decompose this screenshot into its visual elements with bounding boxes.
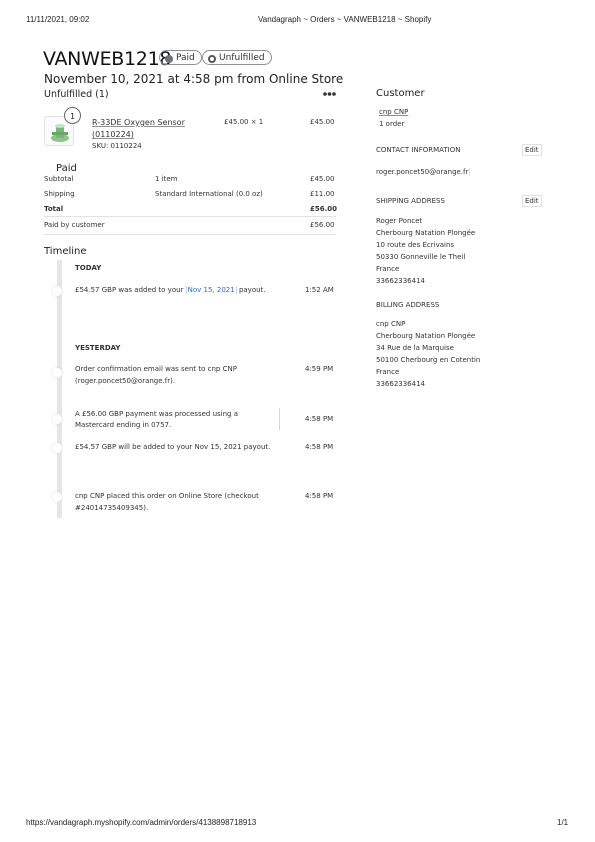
payout-pending-event-time: 4:58 PM: [305, 443, 334, 451]
billing-address-line: Cherbourg Natation Plongée: [376, 332, 476, 340]
payment-event-expand-marker: [279, 408, 280, 430]
payment-event-time: 4:58 PM: [305, 415, 334, 423]
product-unit-price: £45.00 × 1: [224, 118, 264, 126]
timeline-dot: [52, 492, 62, 502]
unfulfilled-ring-icon: [208, 54, 216, 63]
shipping-address-line: 33662336414: [376, 277, 425, 285]
billing-address-line: 34 Rue de la Marquise: [376, 344, 454, 352]
customer-email[interactable]: roger.poncet50@orange.fr: [376, 168, 471, 176]
billing-address-line: 33662336414: [376, 380, 425, 388]
confirmation-event-line2: (roger.poncet50@orange.fr).: [75, 377, 176, 385]
product-line-total: £45.00: [310, 118, 335, 126]
payout-event-text-before: £54.57 GBP was added to your: [75, 286, 184, 294]
shipping-label: Shipping: [44, 190, 75, 198]
shipping-address-line: 10 route des Ecrivains: [376, 241, 455, 249]
paid-badge: Paid: [159, 50, 202, 65]
placed-event-time: 4:58 PM: [305, 492, 334, 500]
total-amount: £56.00: [310, 205, 338, 213]
print-page-title: Vandagraph ~ Orders ~ VANWEB1218 ~ Shopi…: [258, 15, 432, 24]
shipping-address-line: France: [376, 265, 400, 273]
placed-event-line2: #24014735409345).: [75, 504, 149, 512]
billing-address-line: cnp CNP: [376, 320, 406, 328]
contact-info-heading: CONTACT INFORMATION: [376, 146, 461, 154]
paid-badge-label: Paid: [176, 53, 195, 63]
order-title: VANWEB1218: [43, 48, 172, 70]
subtotal-desc: 1 item: [155, 175, 178, 183]
unfulfilled-heading: Unfulfilled (1): [44, 89, 109, 100]
edit-shipping-button[interactable]: Edit: [522, 195, 542, 207]
customer-heading: Customer: [376, 88, 425, 99]
unfulfilled-badge-label: Unfulfilled: [219, 53, 265, 63]
payment-bottom-divider: [44, 234, 336, 235]
shipping-desc: Standard International (0.0 oz): [155, 190, 263, 198]
payment-event-line1[interactable]: A £56.00 GBP payment was processed using…: [75, 410, 238, 418]
order-date-line: November 10, 2021 at 4:58 pm from Online…: [44, 72, 344, 86]
quantity-badge: 1: [64, 107, 81, 124]
print-footer-url: https://vandagraph.myshopify.com/admin/o…: [26, 818, 257, 827]
payout-pending-event: £54.57 GBP will be added to your Nov 15,…: [75, 443, 271, 451]
shipping-amount: £11.00: [310, 190, 335, 198]
confirmation-event-line1: Order confirmation email was sent to cnp…: [75, 365, 237, 373]
confirmation-event-time: 4:59 PM: [305, 365, 334, 373]
timeline-dot: [52, 414, 62, 424]
timeline-dot: [52, 368, 62, 378]
ellipsis-icon: [323, 92, 336, 96]
print-footer-page: 1/1: [557, 818, 569, 827]
paid-by-customer-label: Paid by customer: [44, 221, 105, 229]
payout-event: £54.57 GBP was added to your Nov 15, 202…: [75, 286, 266, 294]
timeline-rail: [57, 260, 62, 518]
payout-event-text-after: payout.: [238, 286, 266, 294]
payment-event-line2[interactable]: Mastercard ending in 0757.: [75, 421, 171, 429]
timeline-today-label: TODAY: [75, 264, 102, 272]
product-name-link[interactable]: R-33DE Oxygen Sensor: [92, 118, 185, 127]
timeline-dot: [52, 286, 62, 296]
print-timestamp: 11/11/2021, 09:02: [26, 15, 90, 24]
product-sku: SKU: 0110224: [92, 142, 142, 150]
unfulfilled-badge: Unfulfilled: [202, 50, 272, 65]
paid-dot-icon: [165, 54, 173, 63]
more-actions-button[interactable]: [320, 86, 338, 100]
total-divider: [44, 216, 336, 217]
timeline-heading: Timeline: [44, 246, 87, 257]
billing-address-heading: BILLING ADDRESS: [376, 301, 440, 309]
billing-address-line: France: [376, 368, 400, 376]
billing-address-line: 50100 Cherbourg en Cotentin: [376, 356, 481, 364]
product-variant-link[interactable]: (0110224): [92, 130, 134, 139]
subtotal-label: Subtotal: [44, 175, 74, 183]
edit-contact-button[interactable]: Edit: [522, 144, 542, 156]
paid-by-customer-amount: £56.00: [310, 221, 335, 229]
customer-order-count: 1 order: [379, 120, 405, 128]
timeline-dot: [52, 443, 62, 453]
shipping-address-line: Roger Poncet: [376, 217, 423, 225]
shipping-address-line: Cherbourg Natation Plongée: [376, 229, 476, 237]
placed-event-line1: cnp CNP placed this order on Online Stor…: [75, 492, 259, 500]
customer-name-link[interactable]: cnp CNP: [379, 108, 408, 116]
timeline-yesterday-label: YESTERDAY: [75, 344, 121, 352]
shipping-address-heading: SHIPPING ADDRESS: [376, 197, 445, 205]
payment-heading: Paid: [56, 163, 77, 174]
shipping-address-line: 50330 Gonneville le Theil: [376, 253, 466, 261]
payout-date-link[interactable]: Nov 15, 2021: [185, 286, 237, 294]
subtotal-amount: £45.00: [310, 175, 335, 183]
total-label: Total: [44, 205, 64, 213]
payout-event-time: 1:52 AM: [305, 286, 334, 294]
